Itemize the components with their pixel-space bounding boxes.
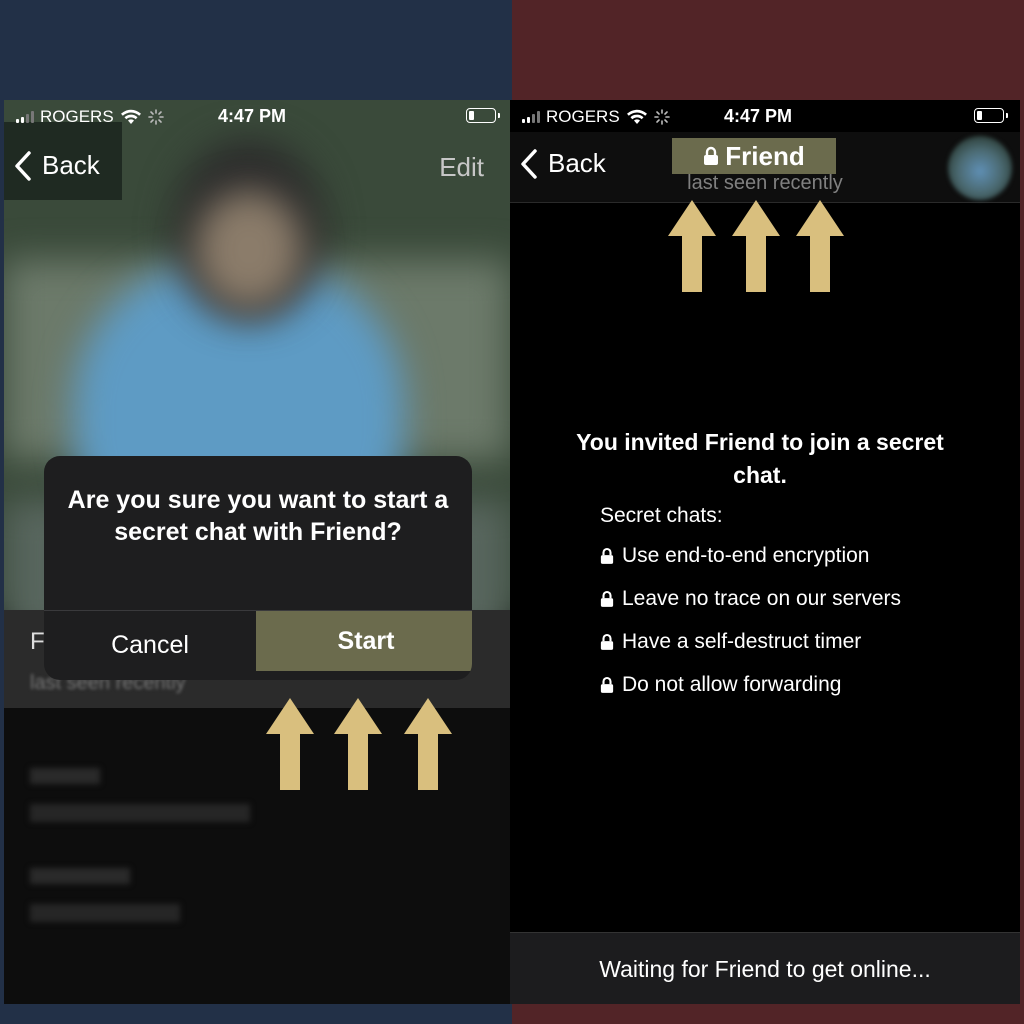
avatar[interactable]: [948, 136, 1012, 200]
up-arrow-icon: [668, 200, 716, 292]
wifi-icon: [626, 109, 648, 125]
chevron-left-icon: [15, 150, 31, 181]
chat-title-label: Friend: [725, 140, 805, 171]
start-button[interactable]: Start: [256, 611, 472, 671]
lock-icon: [600, 676, 614, 693]
back-button[interactable]: Back: [14, 150, 100, 181]
chat-nav-bar: Back last seen recently Friend: [510, 132, 1020, 203]
status-bar: ROGERS 4:47 PM: [4, 100, 510, 132]
carrier-label: ROGERS: [40, 107, 114, 126]
feature-label: Leave no trace on our servers: [622, 587, 901, 610]
left-phone-screen: ROGERS 4:47 PM Back Edit F last seen rec…: [4, 100, 510, 1004]
nav-bar: Back Edit: [4, 134, 510, 200]
wifi-icon: [120, 109, 142, 125]
up-arrow-icon: [334, 698, 382, 790]
feature-label: Have a self-destruct timer: [622, 630, 862, 653]
profile-name: F: [30, 628, 45, 655]
activity-spinner-icon: [653, 109, 670, 125]
lock-icon: [600, 633, 614, 650]
feature-item: Leave no trace on our servers: [600, 587, 901, 611]
chat-title[interactable]: Friend: [672, 138, 836, 174]
feature-label: Use end-to-end encryption: [622, 544, 870, 567]
battery-icon: [974, 108, 1008, 123]
alert-message: Are you sure you want to start a secret …: [67, 486, 449, 546]
signal-icon: [16, 111, 34, 123]
cancel-button[interactable]: Cancel: [44, 611, 256, 680]
secret-chats-heading: Secret chats:: [600, 504, 723, 527]
back-label: Back: [42, 150, 100, 180]
waiting-status-bar: Waiting for Friend to get online...: [510, 932, 1020, 1004]
up-arrow-icon: [732, 200, 780, 292]
feature-label: Do not allow forwarding: [622, 673, 842, 696]
carrier-group: ROGERS: [16, 107, 164, 127]
carrier-group: ROGERS: [522, 107, 670, 127]
feature-item: Use end-to-end encryption: [600, 544, 869, 568]
up-arrow-icon: [796, 200, 844, 292]
battery-icon: [466, 108, 500, 123]
status-bar: ROGERS 4:47 PM: [510, 100, 1020, 132]
invite-message: You invited Friend to join a secret chat…: [576, 429, 944, 488]
waiting-label: Waiting for Friend to get online...: [599, 955, 931, 982]
lock-icon: [704, 146, 719, 165]
up-arrow-icon: [404, 698, 452, 790]
chat-subtitle: last seen recently: [687, 172, 843, 194]
status-time: 4:47 PM: [724, 106, 793, 126]
carrier-label: ROGERS: [546, 107, 620, 126]
signal-icon: [522, 111, 540, 123]
lock-icon: [600, 547, 614, 564]
status-time: 4:47 PM: [218, 106, 287, 126]
feature-item: Have a self-destruct timer: [600, 630, 861, 654]
up-arrow-icon: [266, 698, 314, 790]
edit-button[interactable]: Edit: [439, 152, 484, 183]
secret-chat-alert: Are you sure you want to start a secret …: [44, 456, 472, 680]
activity-spinner-icon: [147, 109, 164, 125]
feature-item: Do not allow forwarding: [600, 673, 841, 697]
lock-icon: [600, 590, 614, 607]
